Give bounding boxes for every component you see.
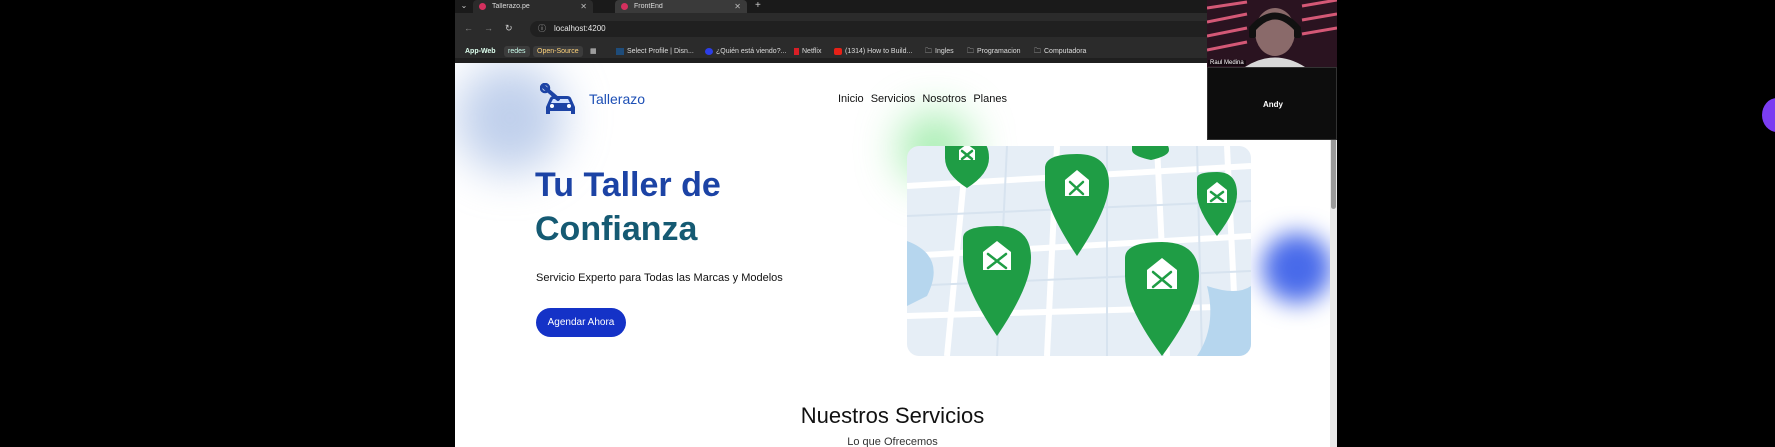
bookmark-label: Computadora xyxy=(1044,48,1087,55)
url-text: localhost:4200 xyxy=(554,24,606,33)
bookmark-folder-ingles[interactable]: 🗀 Ingles xyxy=(925,46,954,57)
angular-icon xyxy=(479,3,486,10)
reload-icon[interactable]: ↻ xyxy=(505,23,513,34)
close-icon[interactable]: ✕ xyxy=(734,2,741,11)
bookmarks-bar: App-Web redes Open-Source ▦ Select Profi… xyxy=(455,44,1337,58)
tab-label: FrontEnd xyxy=(634,3,663,10)
browser-window: ⌄ Tallerazo.pe ✕ FrontEnd ✕ + ← → ↻ ⓘ lo… xyxy=(455,0,1337,447)
bookmark-label: ¿Quién está viendo?... xyxy=(716,48,787,55)
angular-icon xyxy=(621,3,628,10)
video-tile-participant2[interactable]: Andy xyxy=(1207,67,1337,140)
bookmark-folder-computadora[interactable]: 🗀 Computadora xyxy=(1034,46,1086,57)
apps-grid-icon[interactable]: ▦ xyxy=(590,46,597,57)
car-wrench-logo-icon[interactable] xyxy=(540,83,580,119)
tab-search-icon[interactable]: ⌄ xyxy=(459,1,469,11)
schedule-button[interactable]: Agendar Ahora xyxy=(536,308,626,337)
site-info-icon[interactable]: ⓘ xyxy=(538,21,546,37)
bookmark-label: (1314) How to Build... xyxy=(845,48,913,55)
brand-name[interactable]: Tallerazo xyxy=(589,91,645,107)
bookmark-netflix[interactable]: Netflix xyxy=(794,46,821,57)
services-subtitle: Lo que Ofrecemos xyxy=(847,436,938,447)
participant-name: Raul Medina xyxy=(1208,60,1246,66)
back-icon[interactable]: ← xyxy=(464,23,473,33)
max-icon xyxy=(705,47,713,55)
hero-title: Tu Taller de Confianza xyxy=(535,163,865,251)
main-nav: Inicio Servicios Nosotros Planes xyxy=(838,93,1007,105)
youtube-icon xyxy=(834,47,842,55)
tab-frontend[interactable]: FrontEnd ✕ xyxy=(615,0,747,13)
folder-icon: 🗀 xyxy=(1034,48,1041,55)
bookmark-label: Netflix xyxy=(802,48,822,55)
bookmark-disney[interactable]: Select Profile | Disn... xyxy=(616,46,694,57)
url-field[interactable]: ⓘ localhost:4200 xyxy=(530,21,1230,37)
hero-title-line2: Confianza xyxy=(535,210,698,248)
floating-action-button[interactable] xyxy=(1762,98,1775,132)
webcam-feed xyxy=(1207,0,1337,67)
bookmark-label: App-Web xyxy=(465,48,496,55)
bookmark-label: redes xyxy=(508,48,526,55)
folder-icon: 🗀 xyxy=(967,48,974,55)
participant-name: Andy xyxy=(1263,100,1283,109)
forward-icon[interactable]: → xyxy=(484,23,493,33)
tab-tallerazo[interactable]: Tallerazo.pe ✕ xyxy=(473,0,593,13)
disney-icon xyxy=(616,47,624,55)
bookmark-youtube[interactable]: (1314) How to Build... xyxy=(834,46,912,57)
bookmark-label: Open-Source xyxy=(537,48,579,55)
nav-servicios[interactable]: Servicios xyxy=(871,93,916,105)
tab-bar: ⌄ Tallerazo.pe ✕ FrontEnd ✕ + xyxy=(455,0,1337,13)
hero-title-line1: Tu Taller de xyxy=(535,166,721,204)
nav-nosotros[interactable]: Nosotros xyxy=(922,93,966,105)
close-icon[interactable]: ✕ xyxy=(580,2,587,11)
new-tab-button[interactable]: + xyxy=(755,0,761,13)
bookmark-max[interactable]: ¿Quién está viendo?... xyxy=(705,46,786,57)
scrollbar-thumb[interactable] xyxy=(1331,129,1336,209)
web-page: Tallerazo Inicio Servicios Nosotros Plan… xyxy=(455,63,1330,447)
decorative-blob xyxy=(1262,233,1330,303)
bookmark-folder-programacion[interactable]: 🗀 Programacion xyxy=(967,46,1021,57)
tab-label: Tallerazo.pe xyxy=(492,3,530,10)
bookmark-label: Ingles xyxy=(935,48,954,55)
netflix-icon xyxy=(794,47,799,55)
bookmark-app-web[interactable]: App-Web xyxy=(465,46,496,57)
folder-icon: 🗀 xyxy=(925,48,932,55)
bookmark-redes[interactable]: redes xyxy=(504,46,530,57)
bookmark-open-source[interactable]: Open-Source xyxy=(533,46,583,57)
video-tile-participant1[interactable]: Raul Medina xyxy=(1207,0,1337,67)
nav-inicio[interactable]: Inicio xyxy=(838,93,864,105)
desktop: ⌄ Tallerazo.pe ✕ FrontEnd ✕ + ← → ↻ ⓘ lo… xyxy=(0,0,1775,447)
map-pins-illustration xyxy=(907,146,1251,356)
hero-subtitle: Servicio Experto para Todas las Marcas y… xyxy=(536,272,783,284)
bookmark-label: Programacion xyxy=(977,48,1021,55)
nav-planes[interactable]: Planes xyxy=(973,93,1007,105)
bookmark-label: Select Profile | Disn... xyxy=(627,48,694,55)
services-title: Nuestros Servicios xyxy=(800,403,985,428)
